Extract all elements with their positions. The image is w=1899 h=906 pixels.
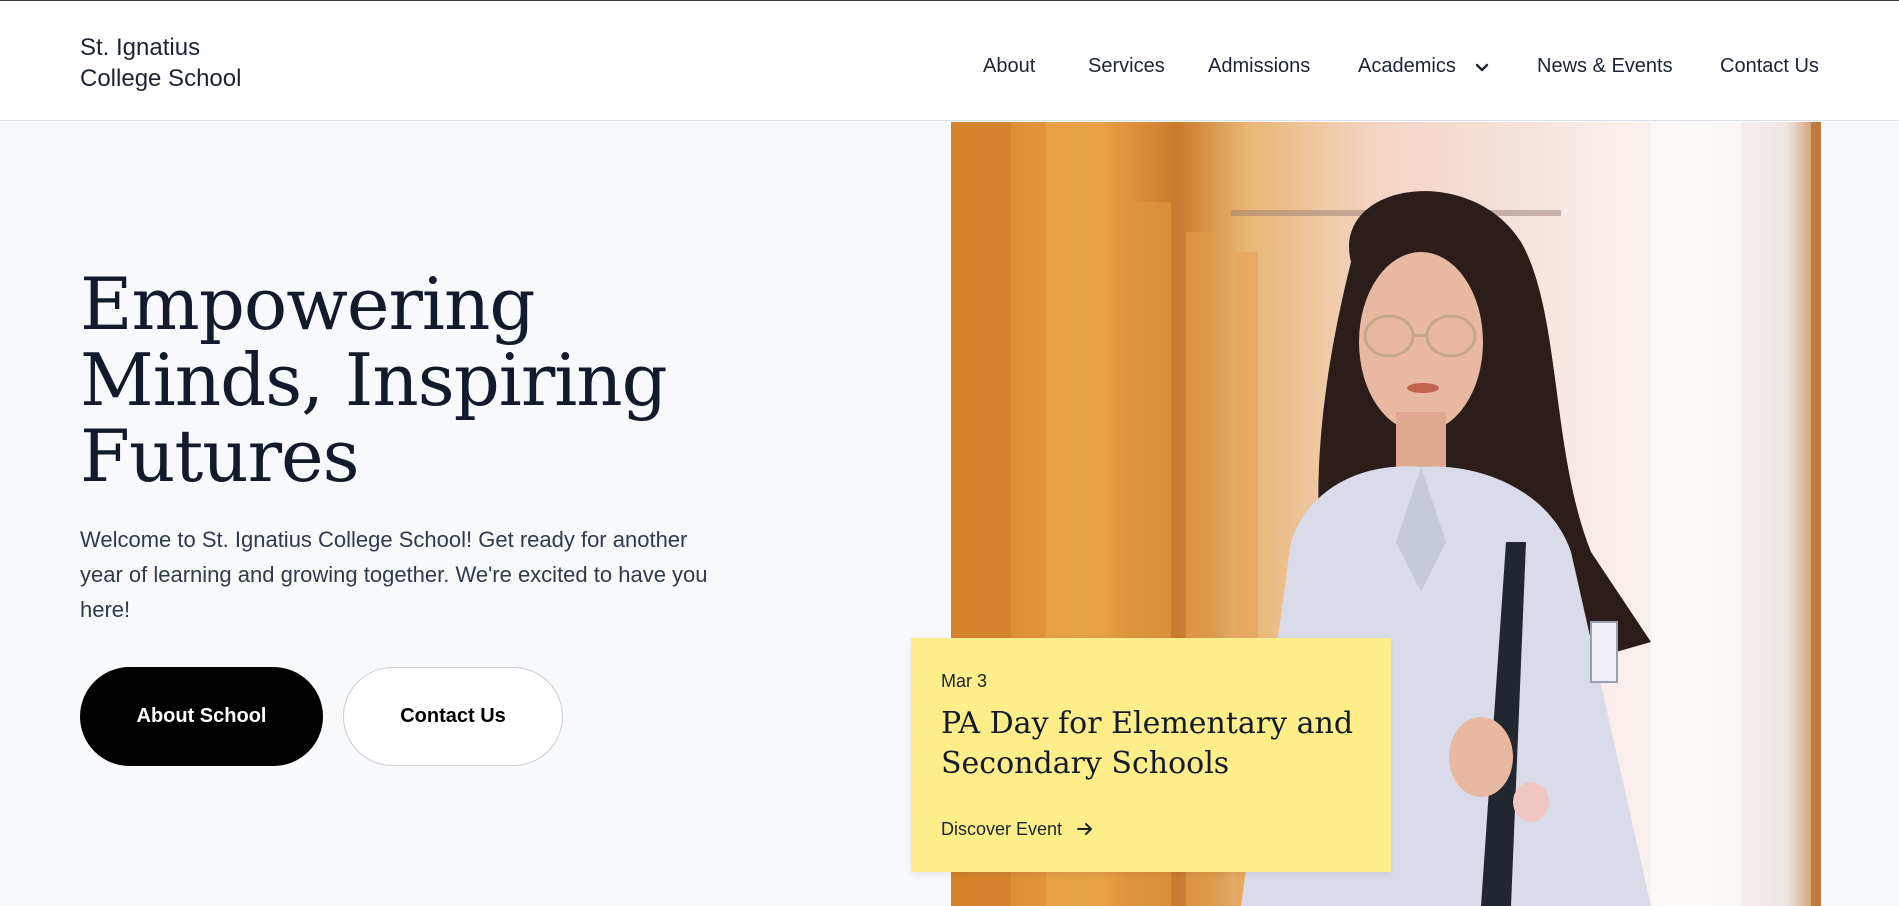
nav-contact-us[interactable]: Contact Us <box>1720 53 1819 79</box>
discover-event-link[interactable]: Discover Event <box>941 818 1094 840</box>
site-header: St. Ignatius College School About Servic… <box>0 1 1899 121</box>
hero-title: Empowering Minds, Inspiring Futures <box>80 262 668 498</box>
nav-academics[interactable]: Academics <box>1358 53 1489 80</box>
nav-news-events[interactable]: News & Events <box>1537 53 1673 79</box>
contact-us-button[interactable]: Contact Us <box>343 667 563 766</box>
chevron-down-icon <box>1475 54 1489 80</box>
nav-services[interactable]: Services <box>1088 53 1165 79</box>
nav-academics-label: Academics <box>1358 55 1456 77</box>
discover-event-label: Discover Event <box>941 819 1063 839</box>
event-date: Mar 3 <box>941 671 988 691</box>
event-card[interactable]: Mar 3 PA Day for Elementary and Secondar… <box>911 638 1391 872</box>
nav-about[interactable]: About <box>983 53 1035 79</box>
nav-admissions[interactable]: Admissions <box>1208 53 1310 79</box>
main-nav: About Services Admissions Academics News… <box>0 53 1899 79</box>
event-title[interactable]: PA Day for Elementary and Secondary Scho… <box>941 704 1371 784</box>
hero-description: Welcome to St. Ignatius College School! … <box>80 527 708 622</box>
arrow-right-icon <box>1077 823 1093 835</box>
about-school-button[interactable]: About School <box>80 667 323 766</box>
